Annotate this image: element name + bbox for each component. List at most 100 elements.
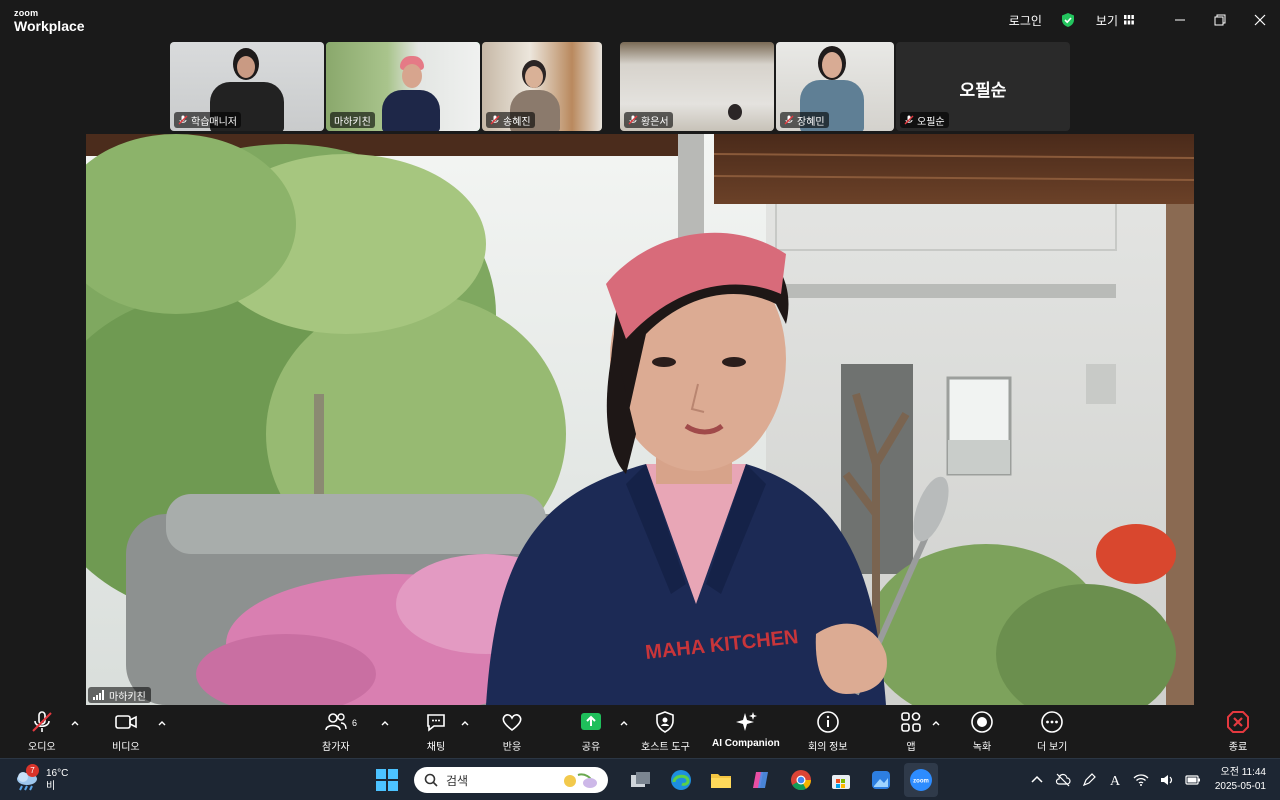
grid-view-icon <box>1124 15 1134 25</box>
thumbnail-participant-4[interactable]: 황은서 <box>620 42 774 131</box>
file-explorer-button[interactable] <box>704 763 738 797</box>
record-label: 녹화 <box>972 742 992 753</box>
search-icon <box>424 773 438 787</box>
thumbnail-name-label: 황은서 <box>624 112 673 128</box>
apps-options-chevron-icon[interactable] <box>931 718 941 728</box>
record-button[interactable]: 녹화 <box>970 710 994 753</box>
end-meeting-button[interactable]: 종료 <box>1226 710 1250 753</box>
weather-widget[interactable]: 7 16°C 비 <box>14 764 68 793</box>
svg-text:zoom: zoom <box>913 779 929 785</box>
microsoft-store-button[interactable] <box>824 763 858 797</box>
clock-time: 오전 11:44 <box>1220 767 1266 778</box>
thumbnail-participant-2[interactable]: 마하키친 <box>326 42 480 131</box>
logo-top-text: zoom <box>14 8 39 18</box>
minimize-button[interactable] <box>1160 0 1200 40</box>
apps-icon <box>901 712 921 732</box>
audio-label: 오디오 <box>28 742 56 753</box>
battery-icon[interactable] <box>1185 772 1201 788</box>
weather-description: 비 <box>46 781 56 792</box>
muted-microphone-icon <box>32 711 52 732</box>
photos-app-button[interactable] <box>864 763 898 797</box>
chrome-icon <box>791 770 812 791</box>
main-speaker-video[interactable]: MAHA KITCHEN 마하키친 <box>86 134 1194 705</box>
clock[interactable]: 오전 11:44 2025-05-01 <box>1215 766 1266 794</box>
taskbar-apps: 검색 zoom <box>370 763 938 797</box>
view-button[interactable]: 보기 <box>1096 12 1134 29</box>
thumbnail-name: 학습매니저 <box>191 116 237 128</box>
weather-badge: 7 <box>26 764 39 777</box>
apps-button[interactable]: 앱 <box>899 710 923 753</box>
thumbnail-participant-6[interactable]: 오필순 오필순 <box>896 42 1070 131</box>
start-button[interactable] <box>370 763 404 797</box>
login-button[interactable]: 로그인 <box>1009 12 1042 29</box>
minimize-icon <box>1175 19 1185 21</box>
thumbnail-participant-1[interactable]: 학습매니저 <box>170 42 324 131</box>
store-bag-icon <box>832 775 850 789</box>
host-tools-label: 호스트 도구 <box>641 742 690 753</box>
video-button[interactable]: 비디오 <box>112 710 140 753</box>
audio-options-chevron-icon[interactable] <box>70 718 80 728</box>
share-options-chevron-icon[interactable] <box>619 718 629 728</box>
security-shield-icon[interactable] <box>1060 12 1076 28</box>
photos-icon <box>872 771 890 789</box>
zoom-app-button[interactable]: zoom <box>904 763 938 797</box>
share-button[interactable]: 공유 <box>579 710 603 753</box>
host-shield-icon <box>656 711 675 733</box>
search-highlight-icon <box>564 773 597 788</box>
host-tools-button[interactable]: 호스트 도구 <box>641 710 690 753</box>
search-placeholder: 검색 <box>446 773 469 788</box>
chrome-button[interactable] <box>784 763 818 797</box>
restore-button[interactable] <box>1200 0 1240 40</box>
thumbnail-participant-3[interactable]: 송혜진 <box>482 42 602 131</box>
edge-browser-button[interactable] <box>664 763 698 797</box>
speaker-video-frame: MAHA KITCHEN <box>86 134 1194 705</box>
speaker-name-label: 마하키친 <box>88 687 151 703</box>
task-view-icon <box>631 772 650 787</box>
meeting-toolbar: 오디오 비디오 참가자 6 채팅 반응 공유 호스트 도구 AI Compani… <box>0 706 1280 758</box>
reactions-button[interactable]: 반응 <box>500 710 524 753</box>
wifi-icon[interactable] <box>1133 772 1149 788</box>
windows-taskbar: 7 16°C 비 검색 zoom A 오전 11:44 2025-05-01 <box>0 758 1280 800</box>
muted-mic-icon <box>178 115 188 125</box>
meeting-info-button[interactable]: 회의 정보 <box>808 710 848 753</box>
svg-text:A: A <box>1110 774 1121 788</box>
show-hidden-icons-chevron-icon[interactable] <box>1029 772 1045 788</box>
apps-label: 앱 <box>906 742 916 753</box>
zoom-app-icon: zoom <box>910 769 932 791</box>
muted-mic-icon <box>784 115 794 125</box>
copilot-button[interactable] <box>744 763 778 797</box>
thumbnail-name-label: 학습매니저 <box>174 112 241 128</box>
task-view-button[interactable] <box>624 763 658 797</box>
pen-input-icon[interactable] <box>1081 772 1097 788</box>
input-language-icon[interactable]: A <box>1107 772 1123 788</box>
muted-mic-icon <box>904 115 914 125</box>
thumbnail-name: 송혜진 <box>503 116 531 128</box>
chat-button[interactable]: 채팅 <box>424 710 448 753</box>
participants-options-chevron-icon[interactable] <box>380 718 390 728</box>
more-dots-icon <box>1041 711 1063 733</box>
record-icon <box>971 711 993 733</box>
more-button[interactable]: 더 보기 <box>1037 710 1067 753</box>
taskbar-search[interactable]: 검색 <box>414 767 608 793</box>
thumbnail-name: 마하키친 <box>334 116 371 128</box>
audio-button[interactable]: 오디오 <box>28 710 56 753</box>
cloud-off-icon[interactable] <box>1055 772 1071 788</box>
thumbnail-name-label: 장혜민 <box>780 112 829 128</box>
close-button[interactable] <box>1240 0 1280 40</box>
folder-icon <box>711 774 731 788</box>
end-label: 종료 <box>1228 742 1248 753</box>
view-label: 보기 <box>1095 13 1118 28</box>
participants-button[interactable]: 참가자 <box>322 710 350 753</box>
chat-bubble-icon <box>427 714 445 732</box>
chat-options-chevron-icon[interactable] <box>460 718 470 728</box>
ai-companion-button[interactable]: AI Companion <box>712 710 780 749</box>
speaker-volume-icon[interactable] <box>1159 772 1175 788</box>
chat-label: 채팅 <box>426 742 446 753</box>
meeting-info-label: 회의 정보 <box>808 742 848 753</box>
thumbnail-participant-5[interactable]: 장혜민 <box>776 42 894 131</box>
info-icon <box>816 711 839 733</box>
signal-strength-icon <box>93 690 104 700</box>
video-options-chevron-icon[interactable] <box>157 718 167 728</box>
heart-icon <box>502 714 522 732</box>
ai-companion-label: AI Companion <box>712 738 780 749</box>
